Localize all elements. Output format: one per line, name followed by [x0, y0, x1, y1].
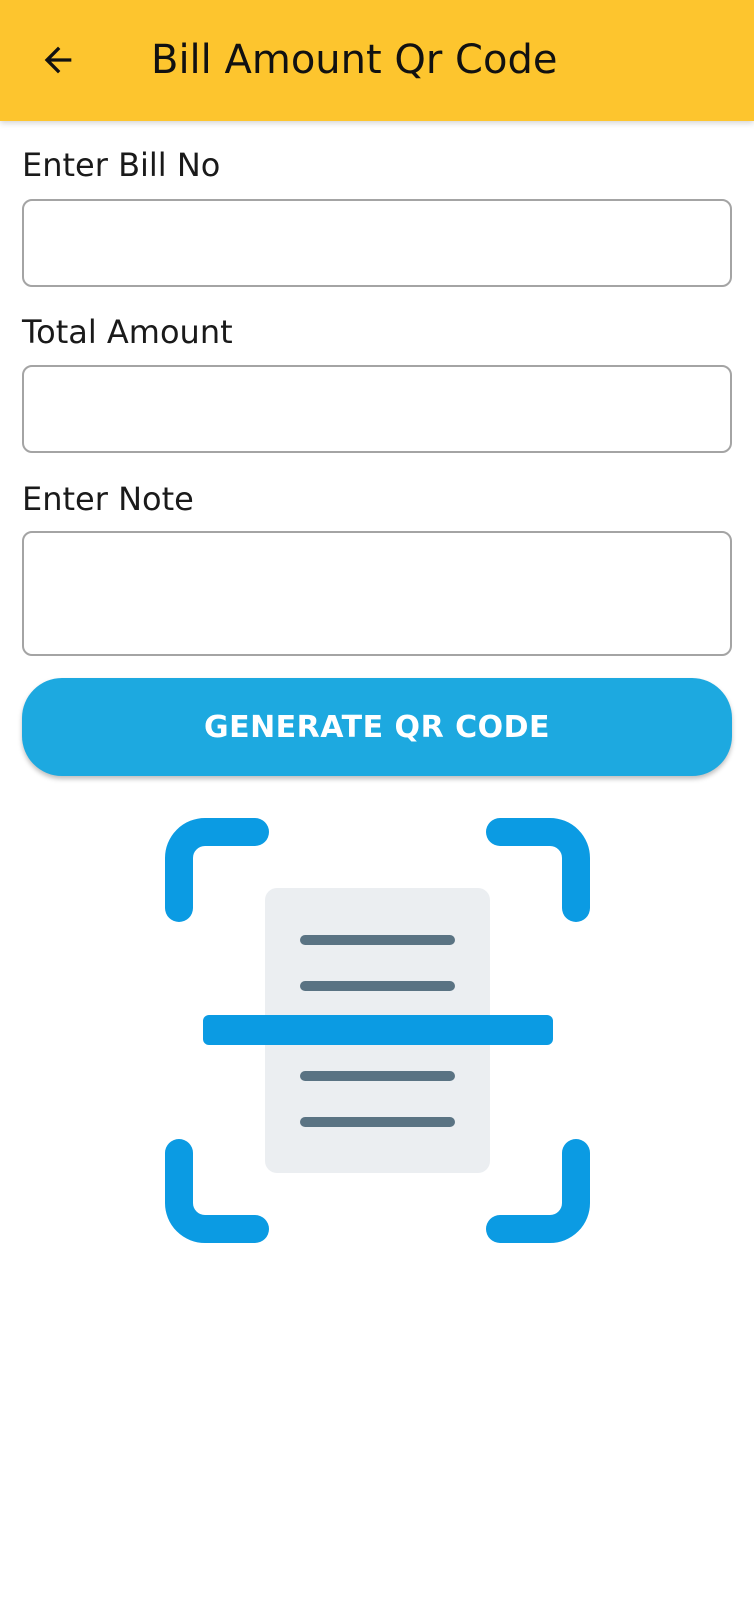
document-scan-icon [165, 818, 590, 1243]
total-amount-label: Total Amount [22, 313, 233, 351]
bill-no-input[interactable] [22, 199, 732, 287]
total-amount-input[interactable] [22, 365, 732, 453]
back-button[interactable] [28, 30, 88, 90]
arrow-left-icon [44, 46, 72, 74]
app-bar: Bill Amount Qr Code [0, 0, 754, 121]
page-title: Bill Amount Qr Code [151, 37, 558, 83]
scan-line [203, 1015, 553, 1045]
screen: Bill Amount Qr Code Enter Bill No Total … [0, 0, 754, 1600]
generate-qr-code-button[interactable]: GENERATE QR CODE [22, 678, 732, 776]
note-label: Enter Note [22, 480, 194, 518]
bill-no-label: Enter Bill No [22, 146, 221, 184]
note-input[interactable] [22, 531, 732, 656]
